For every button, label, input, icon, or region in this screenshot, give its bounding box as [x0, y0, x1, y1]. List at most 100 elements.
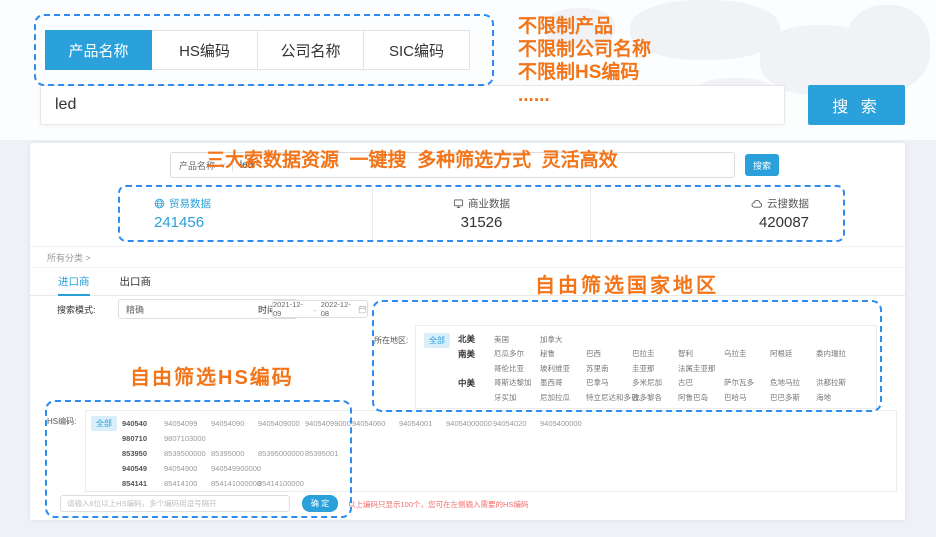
hs-code-item[interactable]: 94054000000: [446, 419, 493, 428]
mini-search-bar[interactable]: 产品名称 ∨ led: [170, 152, 735, 178]
stat-header: 商业数据: [453, 196, 510, 211]
hs-code-item[interactable]: 940549900000: [211, 464, 258, 473]
region-line: 南美厄瓜多尔秘鲁巴西巴拉圭智利乌拉圭阿根廷委内瑞拉: [424, 347, 876, 362]
region-country-item[interactable]: 波多黎各: [632, 392, 678, 403]
region-group-name[interactable]: 北美: [458, 333, 494, 345]
hs-code-item[interactable]: 9405409000: [258, 419, 305, 428]
region-country-item[interactable]: 巴巴多斯: [770, 392, 816, 403]
hs-code-item[interactable]: 94054060: [352, 419, 399, 428]
map-watermark: [630, 0, 780, 60]
stat-item[interactable]: 云搜数据420087: [591, 187, 843, 240]
hs-code-item[interactable]: 85395001: [305, 449, 352, 458]
main-panel: 产品名称 ∨ led 三大索数据资源 一键搜 多种筛选方式 灵活高效 搜索 贸易…: [30, 143, 905, 520]
stat-item[interactable]: 商业数据31526: [372, 187, 592, 240]
region-country-item[interactable]: 玻利维亚: [540, 363, 586, 374]
hs-annotation: 自由筛选HS编码: [130, 361, 294, 390]
hs-code-item[interactable]: 940540: [122, 419, 164, 428]
hs-code-item[interactable]: 94054020: [493, 419, 540, 428]
region-country-item[interactable]: 多米尼加: [632, 377, 678, 388]
stat-label: 商业数据: [468, 196, 510, 211]
region-all-chip[interactable]: 全部: [424, 333, 450, 348]
hero-section: 产品名称HS编码公司名称SIC编码 搜 索 不限制产品不限制公司名称不限制HS编…: [0, 0, 936, 140]
region-country-item[interactable]: 法属圭亚那: [678, 363, 724, 374]
hs-code-item[interactable]: 85395000000: [258, 449, 305, 458]
region-country-item[interactable]: 乌拉圭: [724, 348, 770, 359]
region-country-item[interactable]: 哥斯达黎加: [494, 377, 540, 388]
hs-code-item[interactable]: 980710: [122, 434, 164, 443]
map-watermark: [545, 8, 615, 48]
chevron-down-icon: ∨: [220, 161, 226, 170]
region-country-item[interactable]: 阿根廷: [770, 348, 816, 359]
region-country-item[interactable]: 牙买加: [494, 392, 540, 403]
trader-tab[interactable]: 进口商: [58, 268, 90, 296]
monitor-icon: [453, 198, 464, 209]
region-country-item[interactable]: 海地: [816, 392, 862, 403]
hs-code-item[interactable]: 94054900: [164, 464, 211, 473]
region-country-item[interactable]: 委内瑞拉: [816, 348, 862, 359]
region-country-item[interactable]: 洪都拉斯: [816, 377, 862, 388]
hs-code-item[interactable]: 85414100: [164, 479, 211, 488]
calendar-icon: [358, 305, 367, 314]
hs-code-input[interactable]: [60, 495, 290, 512]
region-country-item[interactable]: 萨尔瓦多: [724, 377, 770, 388]
region-country-item[interactable]: 古巴: [678, 377, 724, 388]
region-country-item[interactable]: 秘鲁: [540, 348, 586, 359]
hs-code-item[interactable]: 85395000: [211, 449, 258, 458]
date-range-picker[interactable]: 2021-12-09 → 2022-12-08: [272, 300, 368, 318]
region-country-item[interactable]: 圭亚那: [632, 363, 678, 374]
region-country-item[interactable]: 危地马拉: [770, 377, 816, 388]
trader-tab[interactable]: 出口商: [120, 268, 152, 296]
region-country-item[interactable]: 巴拿马: [586, 377, 632, 388]
region-line: 牙买加尼加拉瓜特立尼达和多巴..波多黎各阿鲁巴岛巴哈马巴巴多斯海地: [424, 390, 876, 405]
hs-code-item[interactable]: 94054099: [164, 419, 211, 428]
mini-category-select[interactable]: 产品名称: [179, 159, 215, 172]
hero-tab[interactable]: SIC编码: [363, 30, 470, 70]
hs-code-item[interactable]: 94054001: [399, 419, 446, 428]
region-country-item[interactable]: 巴拉圭: [632, 348, 678, 359]
hs-code-row: 94054994054900940549900000: [92, 461, 896, 476]
hs-code-item[interactable]: 9405400000: [540, 419, 587, 428]
hero-tab[interactable]: 公司名称: [257, 30, 364, 70]
region-line: 中美哥斯达黎加墨西哥巴拿马多米尼加古巴萨尔瓦多危地马拉洪都拉斯: [424, 376, 876, 391]
hs-code-item[interactable]: 94054099000: [305, 419, 352, 428]
hs-code-row: 9807109807103000: [92, 431, 896, 446]
breadcrumb[interactable]: 所有分类 >: [47, 251, 91, 264]
region-country-item[interactable]: 巴西: [586, 348, 632, 359]
hs-code-item[interactable]: 9807103000: [164, 434, 211, 443]
region-line: 哥伦比亚玻利维亚苏里南圭亚那法属圭亚那: [424, 361, 876, 376]
data-source-stats: 贸易数据241456商业数据31526云搜数据420087: [118, 185, 845, 242]
hero-tab[interactable]: HS编码: [151, 30, 258, 70]
screen: 产品名称HS编码公司名称SIC编码 搜 索 不限制产品不限制公司名称不限制HS编…: [0, 0, 936, 537]
hs-code-item[interactable]: 85414100000: [258, 479, 305, 488]
hs-filter-label: HS编码:: [47, 416, 76, 427]
region-country-item[interactable]: 智利: [678, 348, 724, 359]
stat-item[interactable]: 贸易数据241456: [120, 187, 372, 240]
hero-search-input[interactable]: [40, 85, 785, 125]
region-country-item[interactable]: 哥伦比亚: [494, 363, 540, 374]
region-group-name[interactable]: 中美: [458, 377, 494, 389]
region-country-item[interactable]: 特立尼达和多巴..: [586, 392, 632, 403]
hero-search-button[interactable]: 搜 索: [808, 85, 905, 125]
region-country-item[interactable]: 加拿大: [540, 334, 586, 345]
hs-code-item[interactable]: 854141: [122, 479, 164, 488]
region-country-item[interactable]: 苏里南: [586, 363, 632, 374]
region-country-item[interactable]: 厄瓜多尔: [494, 348, 540, 359]
region-country-item[interactable]: 美国: [494, 334, 540, 345]
region-country-item[interactable]: 阿鲁巴岛: [678, 392, 724, 403]
hs-code-item[interactable]: 854141000000: [211, 479, 258, 488]
hs-code-item[interactable]: 940549: [122, 464, 164, 473]
hs-code-item[interactable]: 8539500000: [164, 449, 211, 458]
hs-code-item[interactable]: 853950: [122, 449, 164, 458]
hero-annotation-line: 不限制HS编码: [518, 61, 651, 84]
hero-tab[interactable]: 产品名称: [45, 30, 152, 70]
region-group-name[interactable]: 南美: [458, 348, 494, 360]
stat-header: 贸易数据: [154, 196, 211, 211]
hs-code-item[interactable]: 94054090: [211, 419, 258, 428]
hs-confirm-button[interactable]: 确 定: [302, 495, 338, 512]
region-country-item[interactable]: 墨西哥: [540, 377, 586, 388]
region-country-item[interactable]: 巴哈马: [724, 392, 770, 403]
mini-search-value[interactable]: led: [240, 160, 253, 171]
hs-all-chip[interactable]: 全部: [91, 416, 117, 431]
region-country-item[interactable]: 尼加拉瓜: [540, 392, 586, 403]
mini-search-button[interactable]: 搜索: [745, 154, 779, 176]
